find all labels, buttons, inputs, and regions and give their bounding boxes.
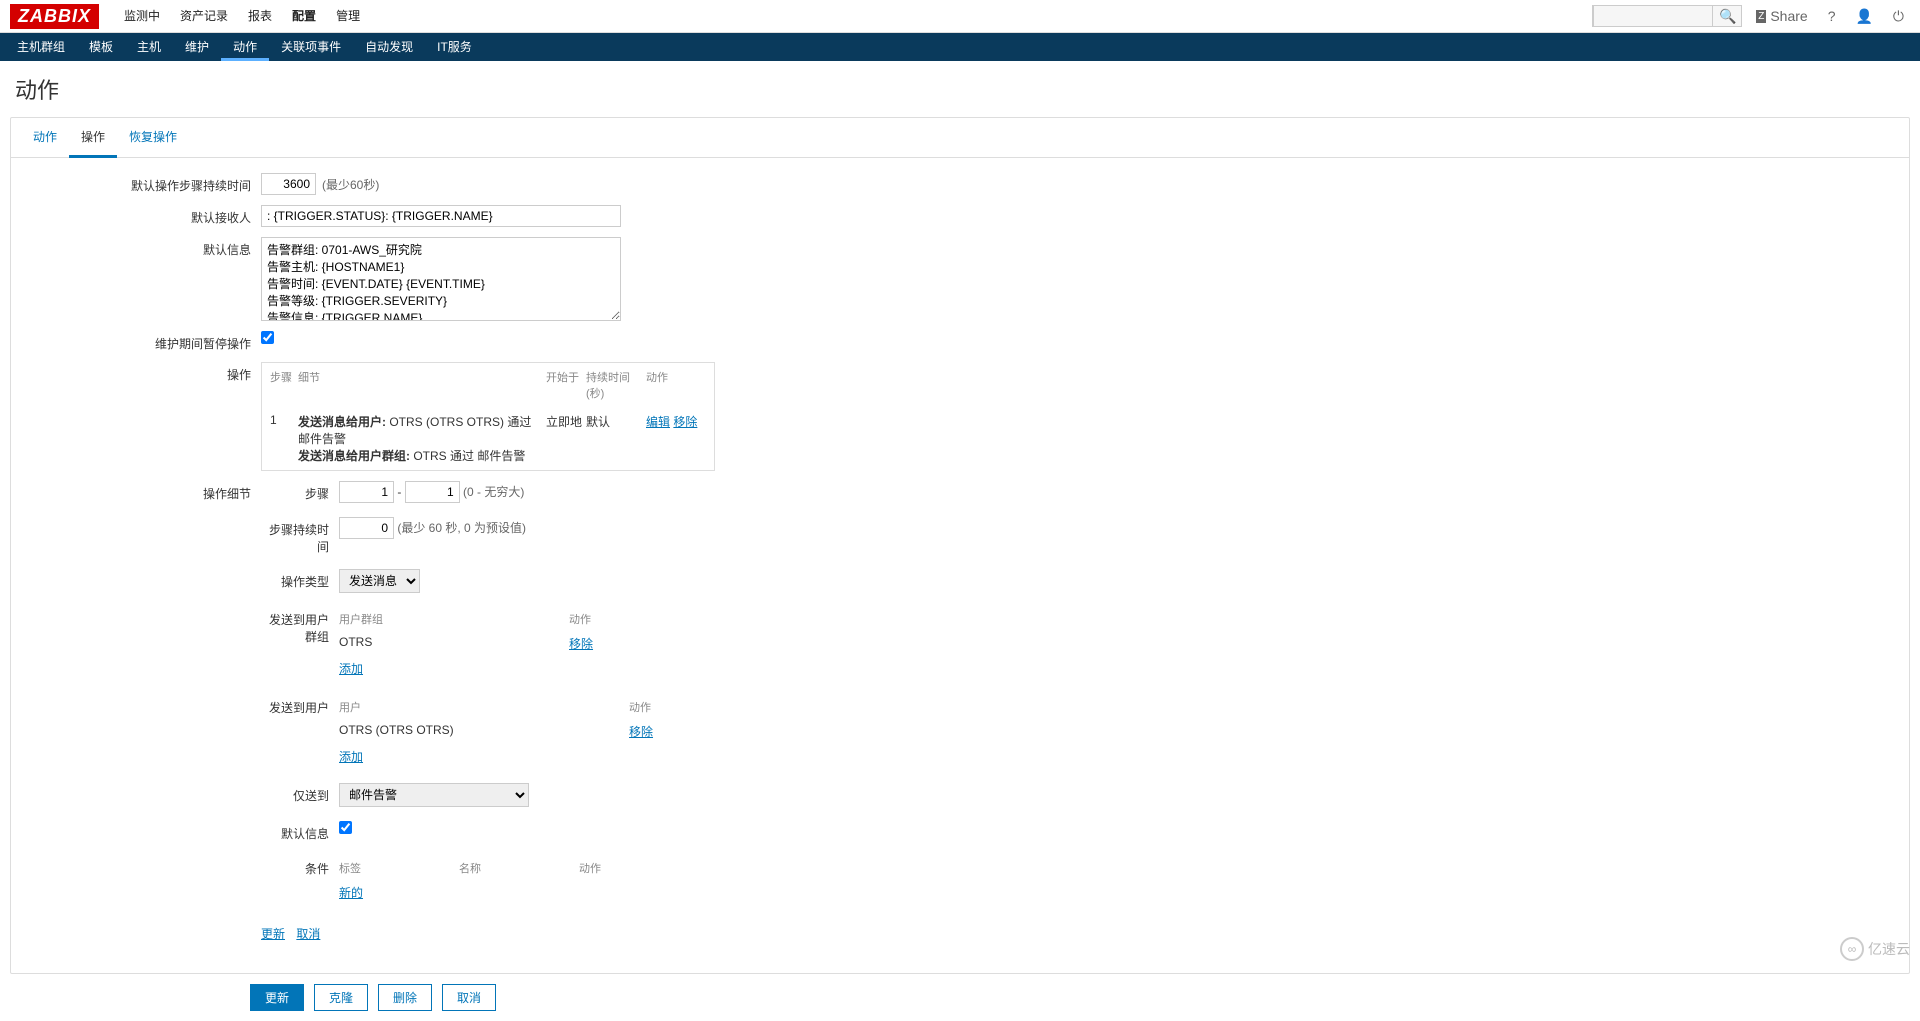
default-recipient-input[interactable]: [261, 205, 621, 227]
step-from-input[interactable]: [339, 481, 394, 503]
default-duration-label: 默认操作步骤持续时间: [21, 173, 261, 194]
user-icon[interactable]: 👤: [1849, 4, 1878, 29]
subnav-correlation[interactable]: 关联项事件: [269, 33, 353, 61]
tab-recovery[interactable]: 恢复操作: [117, 118, 189, 157]
ops-row-detail: 发送消息给用户: OTRS (OTRS OTRS) 通过 邮件告警 发送消息给用…: [298, 413, 546, 464]
subnav-templates[interactable]: 模板: [77, 33, 125, 61]
step-duration-label: 步骤持续时间: [261, 517, 339, 555]
nav-inventory[interactable]: 资产记录: [170, 0, 238, 33]
subnav-hosts[interactable]: 主机: [125, 33, 173, 61]
content-box: 动作 操作 恢复操作 默认操作步骤持续时间 (最少60秒) 默认接收人 默认信息…: [10, 117, 1910, 974]
group-add-link[interactable]: 添加: [339, 660, 363, 677]
step-duration-hint: (最少 60 秒, 0 为预设值): [397, 521, 526, 535]
user-remove-link[interactable]: 移除: [629, 725, 653, 739]
update-button[interactable]: 更新: [250, 984, 304, 1011]
help-icon[interactable]: ?: [1822, 4, 1842, 28]
ops-row-start: 立即地: [546, 413, 586, 464]
send-user-label: 发送到用户: [261, 695, 339, 716]
default-recipient-label: 默认接收人: [21, 205, 261, 226]
op-type-select[interactable]: 发送消息: [339, 569, 420, 593]
detail-cancel-link[interactable]: 取消: [296, 927, 320, 941]
maintenance-pause-label: 维护期间暂停操作: [21, 331, 261, 352]
nav-configuration[interactable]: 配置: [282, 0, 326, 33]
button-row: 更新 克隆 删除 取消: [0, 974, 1920, 1021]
step-hint: (0 - 无穷大): [463, 485, 524, 499]
delete-button[interactable]: 删除: [378, 984, 432, 1011]
operations-table: 步骤 细节 开始于 持续时间(秒) 动作 1 发送消息给用户: OTRS (OT…: [261, 362, 715, 471]
tab-action[interactable]: 动作: [21, 118, 69, 157]
cond-header-tag: 标签: [339, 860, 459, 876]
nav-monitoring[interactable]: 监测中: [114, 0, 170, 33]
form-area: 默认操作步骤持续时间 (最少60秒) 默认接收人 默认信息 维护期间暂停操作: [11, 158, 1909, 973]
sub-nav: 主机群组 模板 主机 维护 动作 关联项事件 自动发现 IT服务: [0, 33, 1920, 61]
ops-header-duration: 持续时间(秒): [586, 369, 646, 401]
operations-label: 操作: [21, 362, 261, 383]
subnav-maintenance[interactable]: 维护: [173, 33, 221, 61]
default-message-label: 默认信息: [21, 237, 261, 258]
conditions-label: 条件: [261, 856, 339, 877]
clone-button[interactable]: 克隆: [314, 984, 368, 1011]
ops-edit-link[interactable]: 编辑: [646, 415, 670, 429]
ops-header-detail: 细节: [298, 369, 546, 401]
watermark: ∞ 亿速云: [1840, 937, 1910, 961]
page-title: 动作: [0, 61, 1920, 117]
ops-header-action: 动作: [646, 369, 706, 401]
tab-operations[interactable]: 操作: [69, 118, 117, 158]
power-icon[interactable]: ⏻: [1887, 4, 1910, 29]
default-message-textarea[interactable]: [261, 237, 621, 321]
cancel-button[interactable]: 取消: [442, 984, 496, 1011]
top-nav: ZABBIX 监测中 资产记录 报表 配置 管理 🔍 Z Share ? 👤 ⏻: [0, 0, 1920, 33]
operations-row: 1 发送消息给用户: OTRS (OTRS OTRS) 通过 邮件告警 发送消息…: [262, 407, 714, 470]
share-button[interactable]: Z Share: [1750, 4, 1813, 28]
nav-reports[interactable]: 报表: [238, 0, 282, 33]
group-row-name: OTRS: [339, 635, 569, 652]
step-duration-input[interactable]: [339, 517, 394, 539]
default-duration-input[interactable]: [261, 173, 316, 195]
only-send-select[interactable]: 邮件告警: [339, 783, 529, 807]
send-group-label: 发送到用户群组: [261, 607, 339, 645]
subnav-hostgroups[interactable]: 主机群组: [5, 33, 77, 61]
default-msg-detail-label: 默认信息: [261, 821, 339, 842]
step-label: 步骤: [261, 481, 339, 502]
subnav-actions[interactable]: 动作: [221, 33, 269, 61]
only-send-label: 仅送到: [261, 783, 339, 804]
default-msg-checkbox[interactable]: [339, 821, 352, 834]
group-remove-link[interactable]: 移除: [569, 637, 593, 651]
maintenance-pause-checkbox[interactable]: [261, 331, 274, 344]
watermark-icon: ∞: [1840, 937, 1864, 961]
step-to-input[interactable]: [405, 481, 460, 503]
search-icon[interactable]: 🔍: [1713, 8, 1742, 25]
op-type-label: 操作类型: [261, 569, 339, 590]
nav-administration[interactable]: 管理: [326, 0, 370, 33]
default-duration-hint: (最少60秒): [322, 176, 379, 193]
operation-detail-label: 操作细节: [21, 481, 261, 502]
ops-row-duration: 默认: [586, 413, 646, 464]
user-row-name: OTRS (OTRS OTRS): [339, 723, 629, 740]
ops-header-step: 步骤: [270, 369, 298, 401]
search-box: 🔍: [1592, 5, 1742, 27]
subnav-itservices[interactable]: IT服务: [425, 33, 484, 61]
detail-update-link[interactable]: 更新: [261, 927, 285, 941]
logo: ZABBIX: [10, 4, 99, 29]
group-header-name: 用户群组: [339, 611, 569, 627]
group-header-action: 动作: [569, 611, 629, 627]
ops-header-start: 开始于: [546, 369, 586, 401]
user-add-link[interactable]: 添加: [339, 748, 363, 765]
cond-new-link[interactable]: 新的: [339, 884, 363, 901]
user-header-action: 动作: [629, 699, 689, 715]
cond-header-action: 动作: [579, 860, 639, 876]
search-input[interactable]: [1593, 5, 1713, 27]
ops-remove-link[interactable]: 移除: [673, 415, 697, 429]
share-icon: Z: [1756, 10, 1766, 23]
tabs: 动作 操作 恢复操作: [11, 118, 1909, 158]
ops-row-step: 1: [270, 413, 298, 464]
top-right: 🔍 Z Share ? 👤 ⏻: [1592, 4, 1910, 29]
user-header-name: 用户: [339, 699, 629, 715]
subnav-discovery[interactable]: 自动发现: [353, 33, 425, 61]
cond-header-name: 名称: [459, 860, 579, 876]
